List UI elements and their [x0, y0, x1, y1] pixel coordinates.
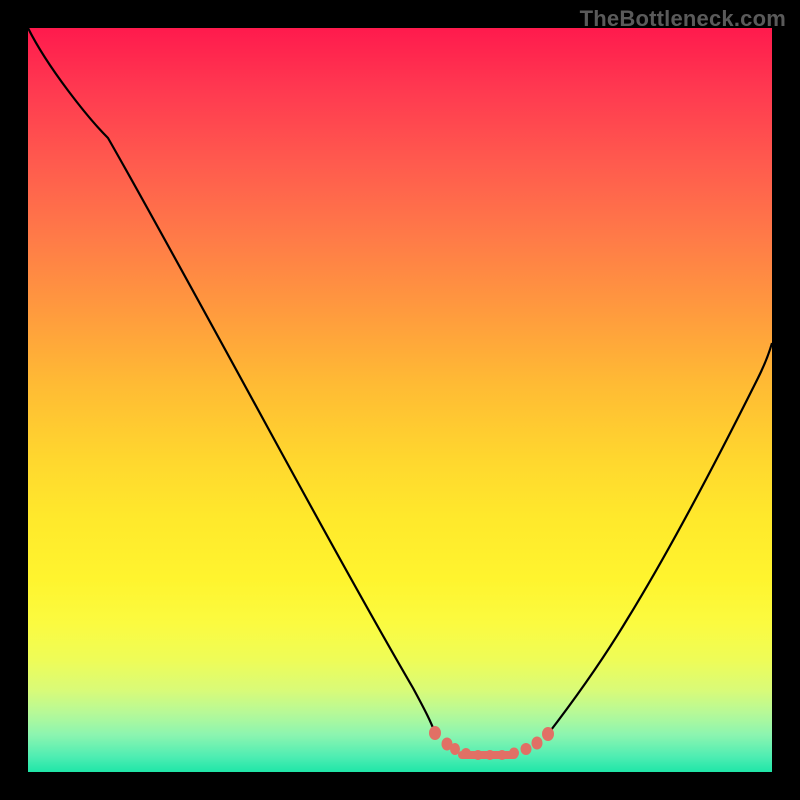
- dot-connector: [458, 751, 518, 759]
- dot: [532, 737, 543, 750]
- outer-frame: TheBottleneck.com: [0, 0, 800, 800]
- curve-svg: [28, 28, 772, 772]
- dot: [429, 726, 441, 740]
- right-curve: [548, 343, 772, 734]
- left-curve: [28, 28, 435, 733]
- plot-area: [28, 28, 772, 772]
- dot: [542, 727, 554, 741]
- dot: [521, 743, 532, 755]
- bottom-dots: [429, 726, 554, 760]
